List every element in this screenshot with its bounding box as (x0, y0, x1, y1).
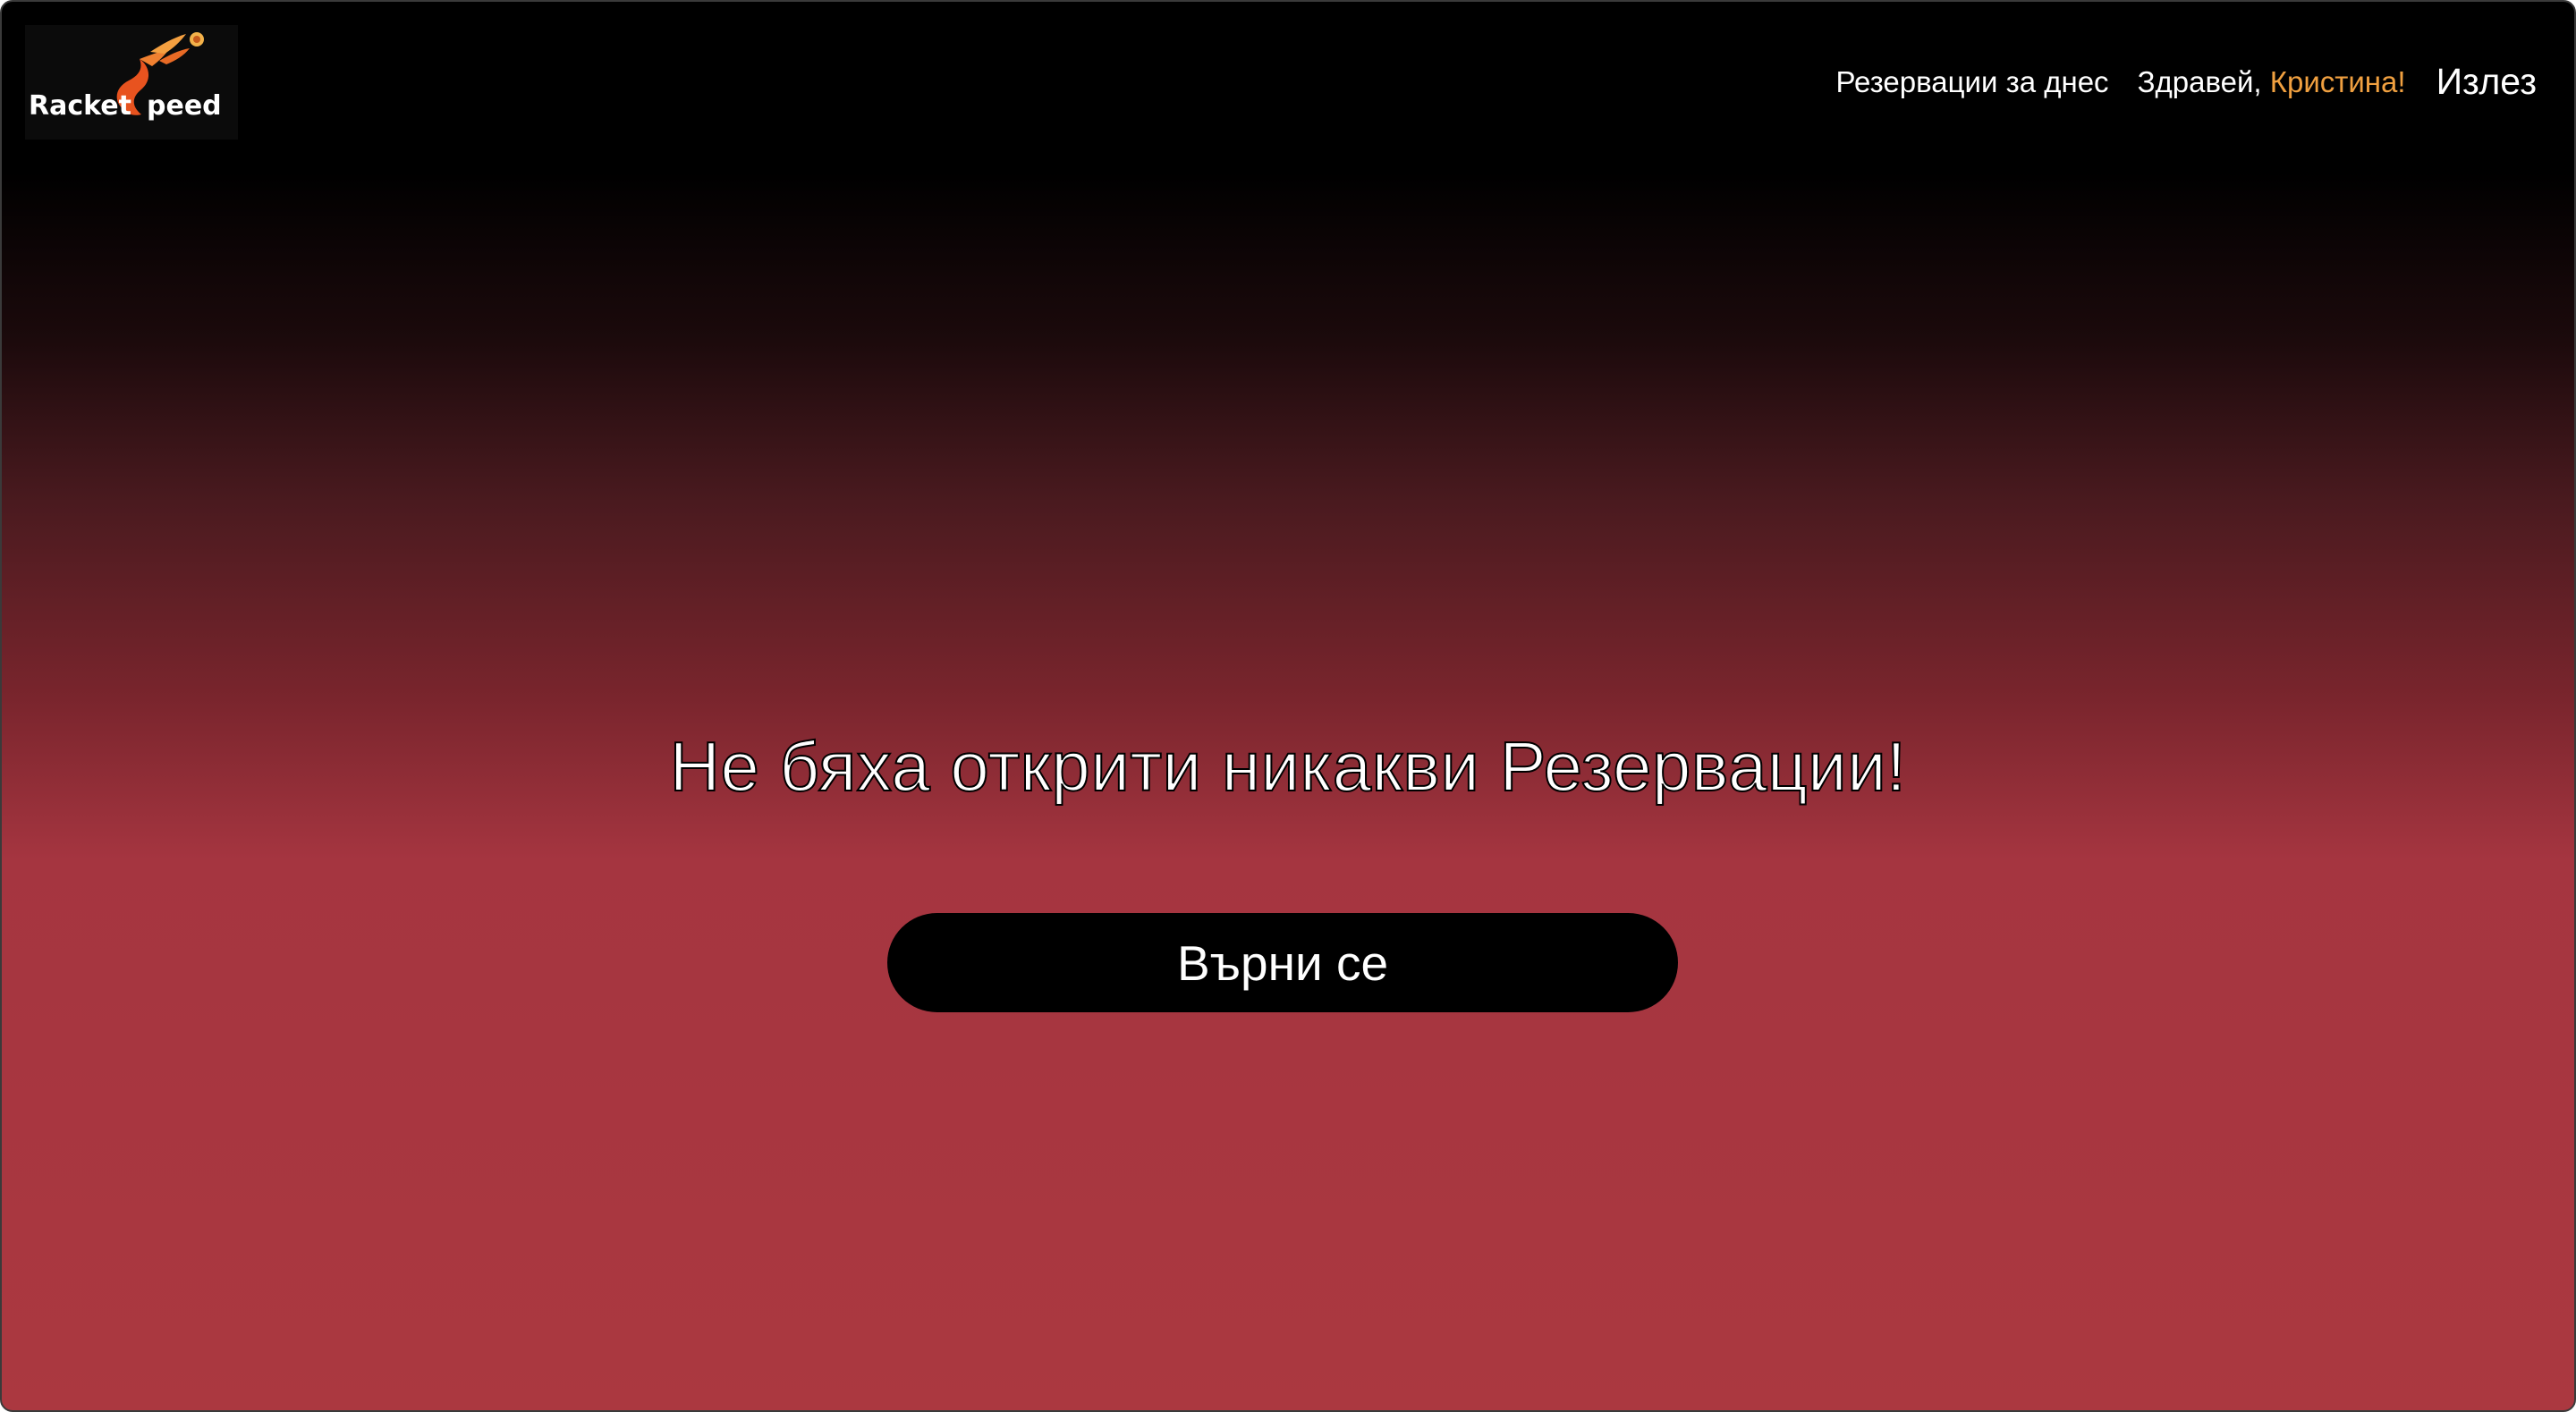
racketspeed-logo[interactable]: Racket peed (25, 25, 238, 140)
svg-text:peed: peed (147, 90, 222, 122)
page: Racket peed Резервации за днес Здравей, … (0, 0, 2576, 1412)
user-greeting: Здравей, Кристина! (2138, 65, 2406, 99)
logout-link[interactable]: Излез (2436, 61, 2537, 103)
header-nav: Резервации за днес Здравей, Кристина! Из… (1835, 61, 2537, 103)
top-navbar: Racket peed Резервации за днес Здравей, … (2, 2, 2574, 154)
svg-text:Racket: Racket (29, 90, 131, 122)
back-button[interactable]: Върни се (887, 913, 1678, 1012)
greeting-prefix: Здравей, (2137, 64, 2270, 98)
no-reservations-message: Не бяха открити никакви Резервации! (669, 726, 1907, 807)
reservations-today-link[interactable]: Резервации за днес (1835, 65, 2108, 99)
shuttlecock-flame-icon: Racket peed (29, 32, 222, 122)
user-name: Кристина! (2269, 64, 2406, 98)
